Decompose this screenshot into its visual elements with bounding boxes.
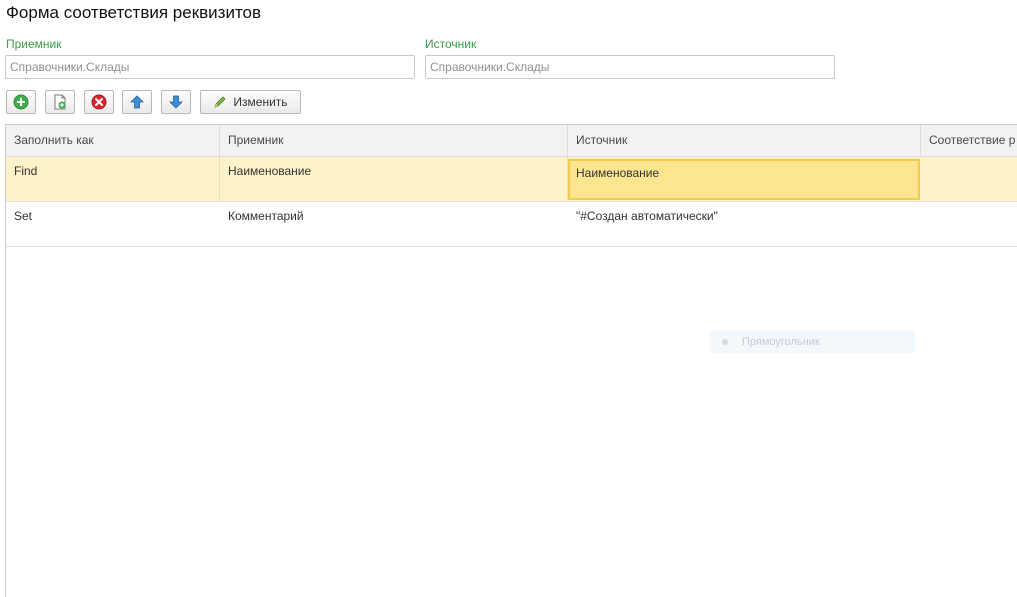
edit-button[interactable]: Изменить (200, 90, 301, 114)
tooltip-text: Прямоугольник (742, 336, 820, 348)
cell-fill-as[interactable]: Set (6, 202, 220, 246)
cell-source[interactable]: "#Создан автоматически" (568, 202, 921, 246)
move-up-button[interactable] (122, 90, 152, 114)
edit-button-label: Изменить (233, 95, 288, 109)
column-header-fill-as[interactable]: Заполнить как (6, 125, 220, 156)
mapping-table[interactable]: Заполнить как Приемник Источник Соответс… (5, 124, 1017, 597)
arrow-up-icon (130, 95, 144, 109)
source-label: Источник (425, 37, 477, 51)
receiver-input[interactable] (5, 55, 415, 79)
column-header-mapping[interactable]: Соответствие р (921, 125, 1017, 156)
table-row[interactable]: Find Наименование Наименование (6, 157, 1017, 202)
shape-tooltip: Прямоугольник (710, 331, 915, 353)
delete-icon (91, 94, 107, 110)
table-header: Заполнить как Приемник Источник Соответс… (6, 125, 1017, 157)
arrow-down-icon (169, 95, 183, 109)
copy-icon (54, 94, 66, 110)
table-row[interactable]: Set Комментарий "#Создан автоматически" (6, 202, 1017, 247)
form-window: Форма соответствия реквизитов Приемник И… (0, 0, 1017, 597)
column-header-source[interactable]: Источник (568, 125, 921, 156)
cell-mapping[interactable] (921, 202, 1017, 246)
delete-button[interactable] (84, 90, 114, 114)
receiver-label: Приемник (6, 37, 62, 51)
cell-fill-as[interactable]: Find (6, 157, 220, 201)
form-title: Форма соответствия реквизитов (6, 3, 262, 22)
add-button[interactable] (6, 90, 36, 114)
column-header-receiver[interactable]: Приемник (220, 125, 568, 156)
pencil-icon (214, 96, 226, 108)
copy-button[interactable] (45, 90, 75, 114)
move-down-button[interactable] (161, 90, 191, 114)
source-input[interactable] (425, 55, 835, 79)
bullet-icon (722, 339, 728, 345)
add-icon (13, 94, 29, 110)
cell-receiver[interactable]: Комментарий (220, 202, 568, 246)
cell-mapping[interactable] (921, 157, 1017, 201)
cell-receiver[interactable]: Наименование (220, 157, 568, 201)
cell-source-active[interactable]: Наименование (568, 159, 920, 200)
